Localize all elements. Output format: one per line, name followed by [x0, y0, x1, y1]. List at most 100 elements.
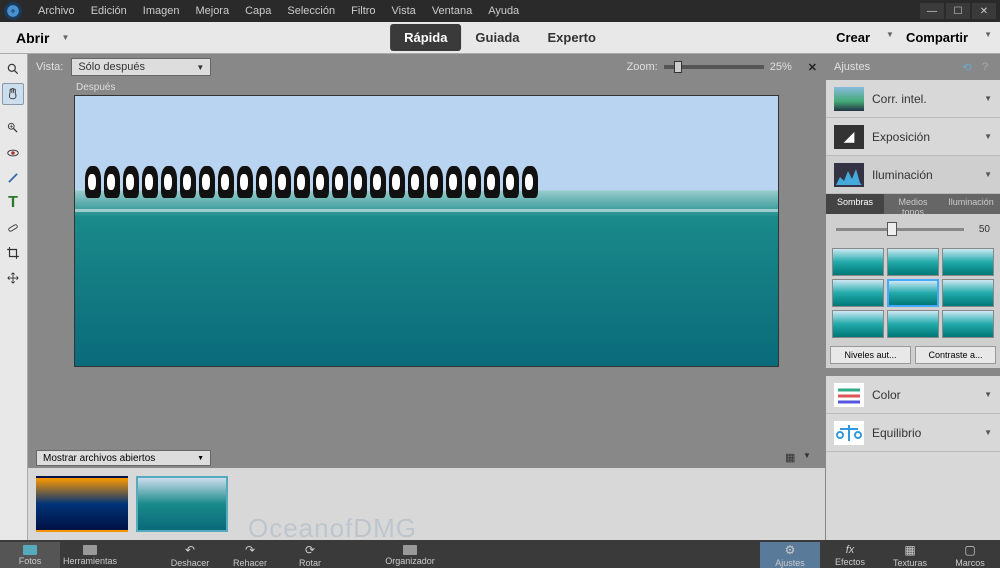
canvas-image[interactable]	[74, 95, 779, 367]
rtab-ajustes[interactable]: ⚙Ajustes	[760, 542, 820, 568]
brush-icon	[6, 171, 20, 185]
redo-icon: ↷	[245, 543, 255, 557]
adjust-color[interactable]: Color ▼	[826, 376, 1000, 414]
create-button[interactable]: Crear	[836, 30, 870, 45]
menubar: Archivo Edición Imagen Mejora Capa Selec…	[0, 0, 1000, 22]
hand-tool[interactable]	[2, 83, 24, 105]
preset-5[interactable]	[887, 279, 939, 307]
file-tools: ▦ ▼	[785, 451, 817, 465]
adjust-iluminacion[interactable]: Iluminación ▼	[826, 156, 1000, 194]
share-arrow[interactable]: ▼	[984, 30, 992, 45]
app-logo	[4, 2, 22, 20]
preset-6[interactable]	[942, 279, 994, 307]
btab-label: Deshacer	[171, 558, 210, 568]
light-icon	[834, 163, 864, 187]
panel-title: Ajustes	[834, 61, 870, 73]
rotate-icon: ⟳	[305, 543, 315, 557]
menu-imagen[interactable]: Imagen	[135, 5, 188, 17]
open-dropdown-arrow[interactable]: ▼	[61, 33, 69, 42]
chevron-down-icon[interactable]: ▼	[803, 451, 817, 465]
tab-rapida[interactable]: Rápida	[390, 24, 461, 51]
menu-ayuda[interactable]: Ayuda	[480, 5, 527, 17]
zoom-thumb[interactable]	[674, 61, 682, 73]
subtab-iluminacion[interactable]: Iluminación	[942, 194, 1000, 214]
subtab-medios[interactable]: Medios tonos	[884, 194, 942, 214]
preset-9[interactable]	[942, 310, 994, 338]
create-arrow[interactable]: ▼	[886, 30, 894, 45]
maximize-button[interactable]: ☐	[946, 3, 970, 19]
preset-4[interactable]	[832, 279, 884, 307]
preset-7[interactable]	[832, 310, 884, 338]
menu-edicion[interactable]: Edición	[83, 5, 135, 17]
auto-levels-button[interactable]: Niveles aut...	[830, 346, 911, 364]
btab-label: Texturas	[893, 558, 927, 568]
whiten-tool[interactable]	[2, 167, 24, 189]
menu-vista[interactable]: Vista	[384, 5, 424, 17]
text-tool[interactable]: T	[2, 192, 24, 214]
zoom-tool[interactable]	[2, 58, 24, 80]
preset-2[interactable]	[887, 248, 939, 276]
rtab-efectos[interactable]: fxEfectos	[820, 542, 880, 568]
chevron-down-icon: ▼	[197, 455, 204, 462]
view-bar: Vista: Sólo después ▼ Zoom: 25% ✕	[28, 54, 825, 80]
menu-archivo[interactable]: Archivo	[30, 5, 83, 17]
grid-icon[interactable]: ▦	[785, 451, 799, 465]
file-dropdown[interactable]: Mostrar archivos abiertos ▼	[36, 450, 211, 466]
menu-filtro[interactable]: Filtro	[343, 5, 383, 17]
file-bar: Mostrar archivos abiertos ▼ ▦ ▼	[28, 448, 825, 468]
subtab-sombras[interactable]: Sombras	[826, 194, 884, 214]
slider-thumb[interactable]	[887, 222, 897, 236]
btab-organizador[interactable]: Organizador	[380, 542, 440, 568]
menu-ventana[interactable]: Ventana	[424, 5, 480, 17]
btab-herramientas[interactable]: Herramientas	[60, 542, 120, 568]
vista-value: Sólo después	[78, 61, 145, 73]
btab-fotos[interactable]: Fotos	[0, 542, 60, 568]
share-button[interactable]: Compartir	[906, 30, 968, 45]
crop-tool[interactable]	[2, 242, 24, 264]
help-icon[interactable]: ?	[978, 60, 992, 74]
adjust-label: Exposición	[872, 130, 976, 144]
adjust-equilibrio[interactable]: Equilibrio ▼	[826, 414, 1000, 452]
btab-rehacer[interactable]: ↷Rehacer	[220, 542, 280, 568]
rtab-texturas[interactable]: ▦Texturas	[880, 542, 940, 568]
histogram-icon	[834, 163, 864, 187]
btab-deshacer[interactable]: ↶Deshacer	[160, 542, 220, 568]
open-button[interactable]: Abrir	[8, 26, 57, 50]
thumbnail-2[interactable]	[136, 476, 228, 532]
thumbnail-1[interactable]	[36, 476, 128, 532]
move-tool[interactable]	[2, 267, 24, 289]
shadow-slider[interactable]	[836, 228, 964, 231]
hand-icon	[6, 87, 20, 101]
preset-8[interactable]	[887, 310, 939, 338]
rtab-marcos[interactable]: ▢Marcos	[940, 542, 1000, 568]
menu-mejora[interactable]: Mejora	[187, 5, 237, 17]
menu-capa[interactable]: Capa	[237, 5, 279, 17]
btab-label: Rehacer	[233, 558, 267, 568]
redeye-tool[interactable]	[2, 142, 24, 164]
btab-label: Herramientas	[63, 556, 117, 566]
quick-select-tool[interactable]	[2, 117, 24, 139]
penguins-illustration	[75, 166, 778, 206]
close-button[interactable]: ✕	[972, 3, 996, 19]
minimize-button[interactable]: —	[920, 3, 944, 19]
btab-rotar[interactable]: ⟳Rotar	[280, 542, 340, 568]
zoom-label: Zoom:	[627, 61, 658, 73]
zoom-group: Zoom: 25% ✕	[627, 61, 817, 74]
tab-experto[interactable]: Experto	[534, 24, 610, 51]
reset-icon[interactable]: ⟲	[960, 60, 974, 74]
preset-1[interactable]	[832, 248, 884, 276]
balance-icon	[834, 421, 864, 445]
menu-seleccion[interactable]: Selección	[279, 5, 343, 17]
illumination-subtabs: Sombras Medios tonos Iluminación	[826, 194, 1000, 214]
close-document-button[interactable]: ✕	[808, 61, 817, 74]
auto-contrast-button[interactable]: Contraste a...	[915, 346, 996, 364]
adjust-exposicion[interactable]: ◢ Exposición ▼	[826, 118, 1000, 156]
spot-heal-tool[interactable]	[2, 217, 24, 239]
preset-3[interactable]	[942, 248, 994, 276]
zoom-slider[interactable]	[664, 65, 764, 69]
tab-guiada[interactable]: Guiada	[461, 24, 533, 51]
chevron-down-icon: ▼	[196, 63, 204, 72]
adjust-corr-intel[interactable]: Corr. intel. ▼	[826, 80, 1000, 118]
vista-dropdown[interactable]: Sólo después ▼	[71, 58, 211, 76]
chevron-down-icon: ▼	[984, 132, 992, 141]
